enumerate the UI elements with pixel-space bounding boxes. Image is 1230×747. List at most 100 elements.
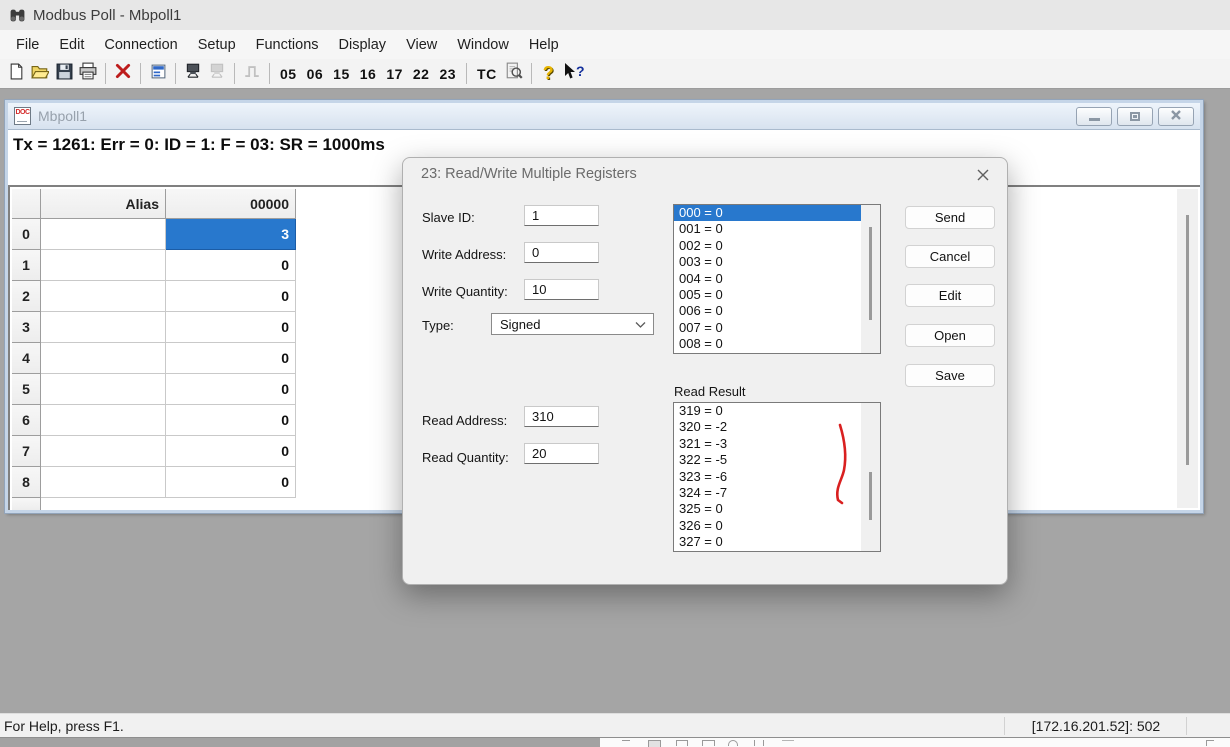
function-17-button[interactable]: 17 <box>381 66 408 82</box>
list-item[interactable]: 002 = 0 <box>674 238 880 254</box>
edit-button[interactable]: Edit <box>905 284 995 307</box>
list-item[interactable]: 007 = 0 <box>674 320 880 336</box>
list-item[interactable]: 322 = -5 <box>674 452 880 468</box>
function-15-button[interactable]: 15 <box>328 66 355 82</box>
list-item[interactable]: 326 = 0 <box>674 518 880 534</box>
read-result-listbox[interactable]: 319 = 0 320 = -2 321 = -3 322 = -5 323 =… <box>673 402 881 552</box>
listbox-scrollbar[interactable] <box>861 205 880 353</box>
menu-edit[interactable]: Edit <box>49 33 94 57</box>
menu-view[interactable]: View <box>396 33 447 57</box>
app-window: Modbus Poll - Mbpoll1 File Edit Connecti… <box>0 0 1230 747</box>
context-help-button[interactable]: ? <box>560 62 590 86</box>
alias-cell[interactable] <box>41 281 166 312</box>
slave-id-input[interactable] <box>524 205 599 226</box>
function-16-button[interactable]: 16 <box>355 66 382 82</box>
listbox-scrollbar-thumb[interactable] <box>869 472 872 520</box>
read-address-input[interactable] <box>524 406 599 427</box>
minimize-button[interactable] <box>1076 107 1112 126</box>
communication-traffic-button[interactable] <box>181 62 205 86</box>
menu-setup[interactable]: Setup <box>188 33 246 57</box>
value-cell-selected[interactable]: 3 <box>166 219 296 250</box>
menu-file[interactable]: File <box>6 33 49 57</box>
write-values-listbox[interactable]: 000 = 0 001 = 0 002 = 0 003 = 0 004 = 0 … <box>673 204 881 354</box>
value-cell[interactable]: 0 <box>166 374 296 405</box>
taskbar-icon-fragment <box>782 740 794 745</box>
grid-vertical-scrollbar[interactable] <box>1177 189 1198 508</box>
write-quantity-input[interactable] <box>524 279 599 300</box>
list-item[interactable]: 320 = -2 <box>674 419 880 435</box>
list-item[interactable]: 319 = 0 <box>674 403 880 419</box>
type-combobox-value: Signed <box>500 317 540 332</box>
value-cell[interactable]: 0 <box>166 436 296 467</box>
poll-monitor-icon-disabled <box>208 62 226 85</box>
alias-cell[interactable] <box>41 467 166 498</box>
function-06-button[interactable]: 06 <box>302 66 329 82</box>
list-item[interactable]: 324 = -7 <box>674 485 880 501</box>
list-item[interactable]: 325 = 0 <box>674 501 880 517</box>
restore-button[interactable] <box>1117 107 1153 126</box>
list-item[interactable]: 003 = 0 <box>674 254 880 270</box>
list-item[interactable]: 323 = -6 <box>674 469 880 485</box>
value-cell[interactable]: 0 <box>166 312 296 343</box>
function-23-button[interactable]: 23 <box>434 66 461 82</box>
row-header: 5 <box>12 374 41 405</box>
grid-scrollbar-thumb[interactable] <box>1186 215 1189 465</box>
function-05-button[interactable]: 05 <box>275 66 302 82</box>
list-item[interactable]: 005 = 0 <box>674 287 880 303</box>
display-setup-button[interactable] <box>146 62 170 86</box>
menu-display[interactable]: Display <box>329 33 397 57</box>
list-item[interactable]: 008 = 0 <box>674 336 880 352</box>
listbox-scrollbar[interactable] <box>861 403 880 551</box>
cancel-button[interactable]: Cancel <box>905 245 995 268</box>
close-icon <box>976 168 990 182</box>
list-item[interactable]: 000 = 0 <box>674 205 880 221</box>
doc-icon-badge: DOC <box>16 109 30 116</box>
taskbar-icon-fragment <box>702 740 715 746</box>
save-dialog-button[interactable]: Save <box>905 364 995 387</box>
list-item[interactable]: 006 = 0 <box>674 303 880 319</box>
print-button[interactable] <box>76 62 100 86</box>
write-address-input[interactable] <box>524 242 599 263</box>
open-button[interactable]: Open <box>905 324 995 347</box>
alias-cell[interactable] <box>41 312 166 343</box>
list-item[interactable]: 004 = 0 <box>674 271 880 287</box>
value-cell[interactable]: 0 <box>166 281 296 312</box>
alias-cell[interactable] <box>41 250 166 281</box>
list-item[interactable]: 327 = 0 <box>674 534 880 550</box>
communication-log-button[interactable] <box>502 62 526 86</box>
taskbar-sliver <box>0 737 1230 747</box>
listbox-scrollbar-thumb[interactable] <box>869 227 872 320</box>
value-cell[interactable]: 0 <box>166 343 296 374</box>
alias-cell[interactable] <box>41 343 166 374</box>
value-cell[interactable]: 0 <box>166 250 296 281</box>
alias-cell[interactable] <box>41 405 166 436</box>
menu-functions[interactable]: Functions <box>246 33 329 57</box>
poll-status-line: Tx = 1261: Err = 0: ID = 1: F = 03: SR =… <box>13 135 385 155</box>
send-button[interactable]: Send <box>905 206 995 229</box>
row-header: 3 <box>12 312 41 343</box>
menu-help[interactable]: Help <box>519 33 569 57</box>
taskbar-sliver-shade <box>0 738 600 747</box>
list-item[interactable]: 321 = -3 <box>674 436 880 452</box>
menu-connection[interactable]: Connection <box>94 33 187 57</box>
close-child-button[interactable] <box>1158 107 1194 126</box>
alias-cell[interactable] <box>41 219 166 250</box>
value-cell[interactable]: 0 <box>166 405 296 436</box>
write-address-label: Write Address: <box>422 247 506 262</box>
alias-cell[interactable] <box>41 436 166 467</box>
disconnect-button[interactable] <box>111 62 135 86</box>
about-help-button[interactable]: ? <box>537 63 560 84</box>
type-combobox[interactable]: Signed <box>491 313 654 335</box>
value-column-header: 00000 <box>166 189 296 219</box>
function-22-button[interactable]: 22 <box>408 66 435 82</box>
alias-cell[interactable] <box>41 374 166 405</box>
dialog-close-button[interactable] <box>971 164 995 186</box>
list-item[interactable]: 001 = 0 <box>674 221 880 237</box>
read-quantity-input[interactable] <box>524 443 599 464</box>
value-cell[interactable]: 0 <box>166 467 296 498</box>
save-button[interactable] <box>52 62 76 86</box>
new-file-button[interactable] <box>4 62 28 86</box>
test-center-button[interactable]: TC <box>472 66 502 82</box>
menu-window[interactable]: Window <box>447 33 519 57</box>
open-file-button[interactable] <box>28 62 52 86</box>
